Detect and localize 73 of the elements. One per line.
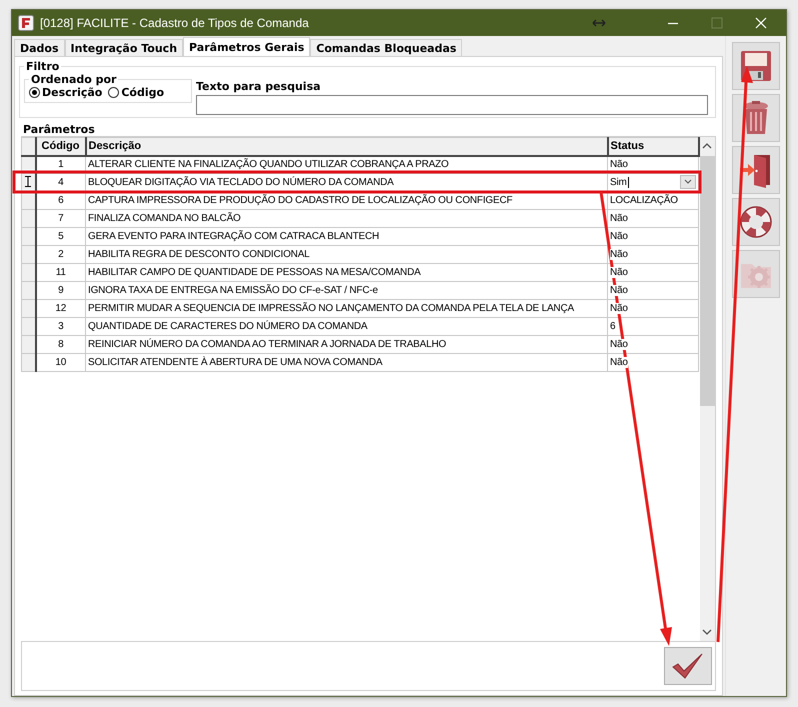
group-title: Parâmetros (23, 123, 96, 136)
table-cell: 5 (36, 228, 86, 246)
table-cell: Não (610, 339, 628, 350)
lifebuoy-icon (738, 204, 774, 240)
table-cell: PERMITIR MUDAR A SEQUENCIA DE IMPRESSÃO NO LANÇAMENTO DA COMANDA PELA TELA DE LANÇA (86, 300, 608, 318)
table-cell: HABILITA REGRA DE DESCONTO CONDICIONAL (86, 246, 608, 264)
scroll-down-icon[interactable] (702, 628, 712, 636)
save-button[interactable] (732, 42, 780, 90)
table-cell: 7 (36, 210, 86, 228)
table-cell: Não (610, 159, 628, 170)
table-cell: QUANTIDADE DE CARACTERES DO NÚMERO DA COMANDA (86, 318, 608, 336)
tab[interactable]: Dados (14, 39, 65, 56)
table-cell: CAPTURA IMPRESSORA DE PRODUÇÃO DO CADASTRO DE LOCALIZAÇÃO OU CONFIGECF (86, 192, 608, 210)
row-indicator[interactable] (22, 354, 36, 372)
tab[interactable]: Parâmetros Gerais (183, 37, 310, 56)
row-indicator[interactable] (22, 336, 36, 354)
table-cell: 12 (36, 300, 86, 318)
tab[interactable]: Comandas Bloqueadas (310, 39, 462, 56)
table-cell: 1 (36, 156, 86, 174)
checkmark-icon (671, 653, 705, 679)
table-cell: Não (610, 357, 628, 368)
row-indicator[interactable] (22, 300, 36, 318)
table-cell: 11 (36, 264, 86, 282)
table-cell: 8 (36, 336, 86, 354)
table-cell: SOLICITAR ATENDENTE À ABERTURA DE UMA NOVA COMANDA (86, 354, 608, 372)
delete-button[interactable] (732, 94, 780, 142)
status-dropdown[interactable]: Sim (608, 174, 698, 192)
table-cell: HABILITAR CAMPO DE QUANTIDADE DE PESSOAS NA MESA/COMANDA (86, 264, 608, 282)
table-cell: Não (610, 231, 628, 242)
text-cursor-icon (25, 176, 32, 186)
row-indicator[interactable] (22, 228, 36, 246)
table-cell: Não (610, 213, 628, 224)
table-cell: GERA EVENTO PARA INTEGRAÇÃO COM CATRACA BLANTECH (86, 228, 608, 246)
column-header[interactable]: Descrição (86, 138, 608, 156)
table-cell: Não (610, 267, 628, 278)
row-indicator[interactable] (22, 318, 36, 336)
table-cell: FINALIZA COMANDA NO BALCÃO (86, 210, 608, 228)
table-cell: 6 (610, 321, 616, 332)
maximize-icon (711, 17, 723, 29)
table-cell: REINICIAR NÚMERO DA COMANDA AO TERMINAR A JORNADA DE TRABALHO (86, 336, 608, 354)
table-cell: 3 (36, 318, 86, 336)
scrollbar[interactable] (700, 137, 715, 641)
scroll-up-icon[interactable] (702, 142, 712, 150)
row-indicator[interactable] (22, 246, 36, 264)
search-label: Texto para pesquisa (196, 80, 322, 93)
table-cell: LOCALIZAÇÃO (610, 195, 678, 206)
close-icon[interactable] (755, 17, 767, 29)
table-cell: IGNORA TAXA DE ENTREGA NA EMISSÃO DO CF-e-SAT / NFC-e (86, 282, 608, 300)
help-button[interactable] (732, 198, 780, 246)
row-indicator[interactable] (22, 282, 36, 300)
table-cell: Não (610, 249, 628, 260)
row-indicator[interactable] (22, 264, 36, 282)
radio-option[interactable]: Código (108, 86, 164, 99)
group-title: Filtro (25, 60, 60, 73)
confirm-button[interactable] (664, 647, 712, 685)
table-cell: ALTERAR CLIENTE NA FINALIZAÇÃO QUANDO UTILIZAR COBRANÇA A PRAZO (86, 156, 608, 174)
radio-option[interactable]: Descrição (29, 86, 102, 99)
search-field[interactable] (196, 95, 708, 115)
table-cell: 2 (36, 246, 86, 264)
table-cell: 9 (36, 282, 86, 300)
window-title: [0128] FACILITE - Cadastro de Tipos de Comanda (40, 16, 309, 30)
table-cell: Não (610, 285, 628, 296)
column-header[interactable]: Código (36, 138, 86, 156)
app-logo-icon (18, 15, 34, 31)
tab[interactable]: Integração Touch (64, 39, 184, 56)
table-cell: 6 (36, 192, 86, 210)
column-header[interactable]: Status (608, 138, 698, 156)
table-cell: Não (610, 303, 628, 314)
row-indicator[interactable] (22, 210, 36, 228)
table-cell: BLOQUEAR DIGITAÇÃO VIA TECLADO DO NÚMERO DA COMANDA (86, 174, 608, 192)
exit-button[interactable] (732, 146, 780, 194)
table-cell: 10 (36, 354, 86, 372)
group-title: Ordenado por (30, 73, 118, 86)
